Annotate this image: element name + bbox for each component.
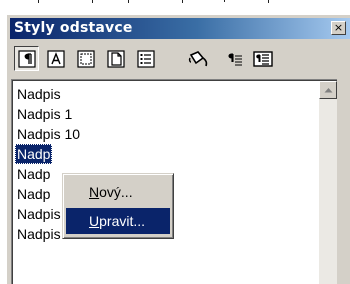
frame-styles-icon	[76, 49, 95, 68]
stylist-window: Styly odstavce × Nadpis Nadpis 1 Nadpis …	[6, 14, 350, 284]
character-styles-button[interactable]	[43, 46, 68, 71]
paragraph-styles-button[interactable]	[14, 46, 39, 71]
menu-accelerator: N	[89, 184, 100, 200]
menu-accelerator: U	[89, 213, 100, 229]
ruler-tick	[128, 0, 129, 3]
paragraph-styles-icon	[17, 49, 36, 68]
update-style-icon	[252, 50, 273, 67]
vertical-scrollbar[interactable]	[319, 81, 337, 284]
frame-styles-button[interactable]	[73, 46, 98, 71]
ruler-tick	[92, 0, 93, 3]
fill-format-mode-icon	[188, 50, 207, 66]
ruler-tick	[224, 0, 225, 2]
ruler-tick	[268, 0, 269, 3]
ruler-tick	[38, 0, 39, 3]
list-item[interactable]: Nadp	[17, 164, 50, 184]
list-item[interactable]: Nadpis 1	[17, 104, 72, 124]
new-style-from-selection-icon	[227, 52, 242, 66]
style-family-toolbar	[10, 42, 350, 76]
list-styles-icon	[136, 49, 155, 68]
list-item-selected[interactable]: Nadp	[15, 144, 53, 164]
context-menu: Nový... Upravit...	[62, 173, 174, 239]
page-styles-button[interactable]	[103, 46, 128, 71]
menu-item-edit[interactable]: Upravit...	[66, 208, 170, 234]
list-item[interactable]: Nadpis 10	[17, 124, 80, 144]
close-button[interactable]: ×	[331, 21, 346, 35]
arrow-up-icon	[324, 88, 332, 93]
scroll-up-button[interactable]	[319, 81, 337, 99]
window-title: Styly odstavce	[14, 20, 133, 36]
list-item[interactable]: Nadp	[17, 184, 50, 204]
update-style-button[interactable]	[250, 46, 275, 71]
menu-item-label: pravit...	[99, 213, 146, 229]
list-styles-button[interactable]	[133, 46, 158, 71]
top-ruler	[0, 0, 350, 14]
ruler-tick	[182, 0, 183, 3]
list-item[interactable]: Nadpis	[17, 84, 61, 104]
menu-item-label: ový...	[99, 184, 133, 200]
new-style-from-selection-button[interactable]	[222, 46, 247, 71]
title-bar[interactable]: Styly odstavce ×	[10, 18, 350, 39]
character-styles-icon	[46, 49, 65, 68]
fill-format-mode-button[interactable]	[186, 46, 211, 71]
menu-item-new[interactable]: Nový...	[66, 179, 170, 205]
styles-list[interactable]: Nadpis Nadpis 1 Nadpis 10 Nadp Nadp Nadp…	[11, 79, 337, 284]
page-styles-icon	[106, 49, 125, 68]
